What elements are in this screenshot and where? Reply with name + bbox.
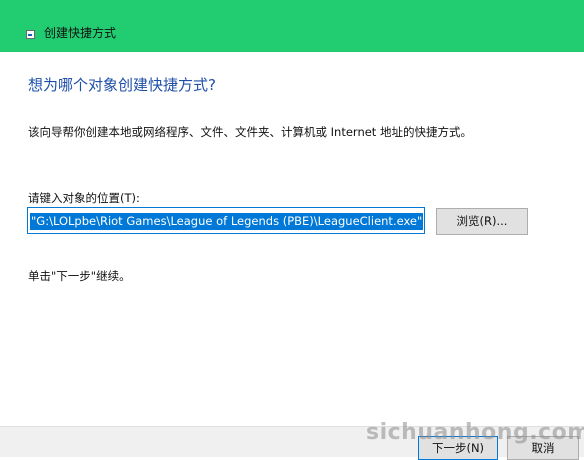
window-title: 创建快捷方式 [44,26,117,40]
location-label: 请键入对象的位置(T): [28,191,140,205]
wizard-description: 该向导帮你创建本地或网络程序、文件、文件夹、计算机或 Internet 地址的快… [28,125,472,139]
watermark: sichuanhong.com [366,420,584,445]
browse-button[interactable]: 浏览(R)... [436,208,528,235]
location-value: "G:\LOLpbe\Riot Games\League of Legends … [30,213,424,230]
shortcut-icon [26,30,35,39]
location-input[interactable]: "G:\LOLpbe\Riot Games\League of Legends … [27,207,425,234]
continue-hint: 单击"下一步"继续。 [28,269,131,283]
page-heading: 想为哪个对象创建快捷方式? [28,76,216,94]
title-bar: 创建快捷方式 [0,0,584,52]
